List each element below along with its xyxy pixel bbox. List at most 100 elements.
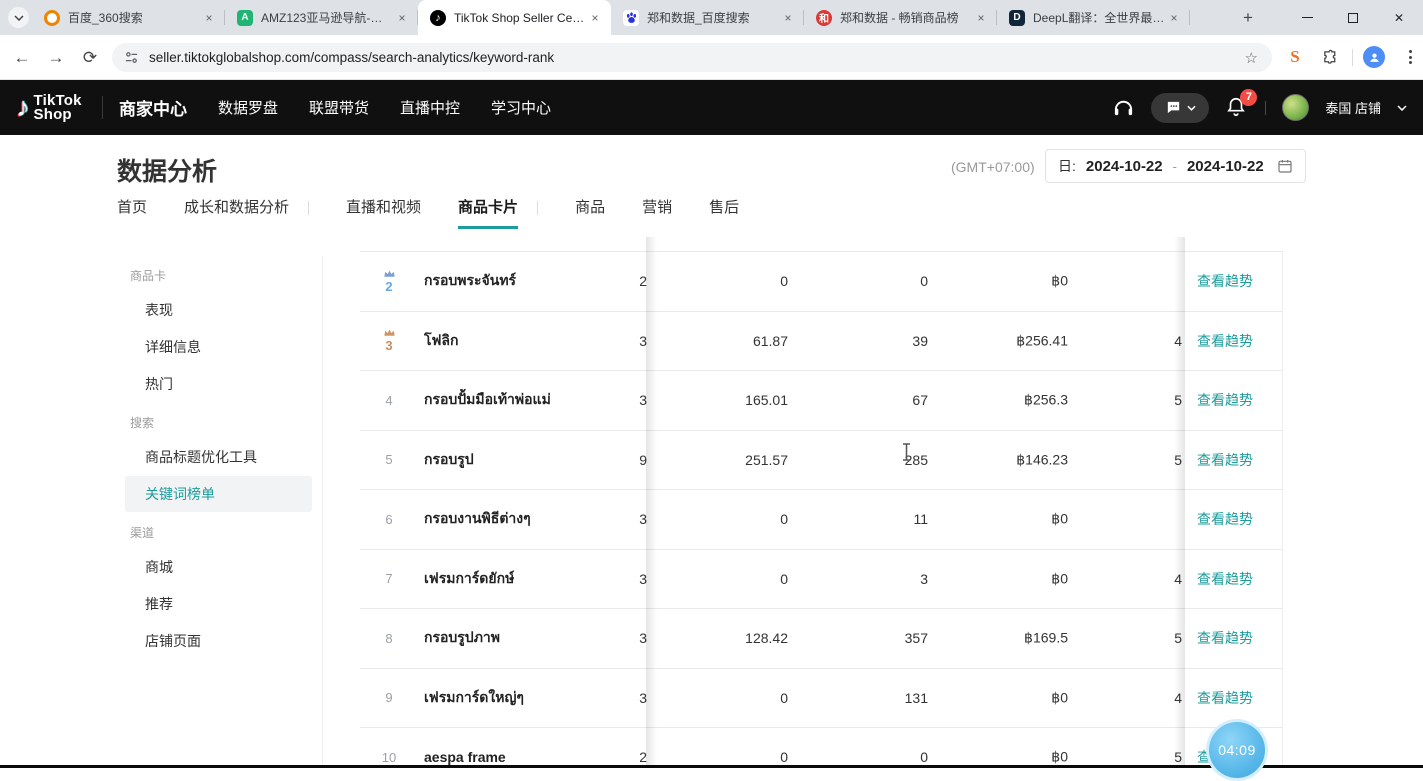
- tab-title: TikTok Shop Seller Cente: [454, 11, 587, 25]
- window-minimize-button[interactable]: [1285, 0, 1329, 35]
- clipped-value-left: 3: [615, 392, 647, 408]
- baidu-paw-icon: [625, 11, 638, 24]
- tab-list-chevron-icon[interactable]: [8, 7, 29, 28]
- table-row: 3 โฟลิก 3 61.87 39 ฿256.41 4 查看趋势: [360, 312, 1283, 372]
- metric-col3: ฿0: [940, 689, 1068, 706]
- browser-tab[interactable]: 和 郑和数据 - 畅销商品榜 ×: [804, 0, 997, 35]
- tab-close-icon[interactable]: ×: [201, 10, 217, 26]
- table-row: 8 กรอบรูปภาพ 3 128.42 357 ฿169.5 5 查看趋势: [360, 609, 1283, 669]
- browser-profile-avatar[interactable]: [1362, 45, 1386, 69]
- view-trend-link[interactable]: 查看趋势: [1197, 628, 1253, 648]
- main-nav-item[interactable]: 联盟带货: [309, 97, 369, 118]
- metric-col1: 0: [660, 690, 788, 706]
- table-row: 4 กรอบปั้มมือเท้าพ่อแม่ 3 165.01 67 ฿256…: [360, 371, 1283, 431]
- date-range-picker[interactable]: 日: 2024-10-22 - 2024-10-22: [1045, 149, 1306, 183]
- view-trend-link[interactable]: 查看趋势: [1197, 450, 1253, 470]
- clipped-value-left: 3: [615, 690, 647, 706]
- tab-close-icon[interactable]: ×: [780, 10, 796, 26]
- browser-tab[interactable]: 百度_360搜索 ×: [32, 0, 225, 35]
- main-nav-item[interactable]: 学习中心: [491, 97, 551, 118]
- page-tab[interactable]: 营销: [642, 196, 672, 229]
- browser-tab[interactable]: D DeepL翻译：全世界最准确 ×: [997, 0, 1190, 35]
- notification-badge: 7: [1240, 89, 1257, 106]
- metric-col2: 0: [800, 749, 928, 765]
- extensions-puzzle-icon[interactable]: [1318, 45, 1342, 69]
- window-close-button[interactable]: ✕: [1377, 0, 1421, 35]
- bookmark-star-icon[interactable]: ☆: [1245, 49, 1258, 67]
- view-trend-link[interactable]: 查看趋势: [1197, 390, 1253, 410]
- page-tab[interactable]: 首页: [117, 196, 147, 229]
- sidebar-item: 商品标题优化工具: [125, 439, 312, 475]
- metric-col1: 0: [660, 511, 788, 527]
- chevron-down-icon: [1187, 105, 1196, 111]
- browser-tab[interactable]: 郑和数据_百度搜索 ×: [611, 0, 804, 35]
- s-extension-icon[interactable]: S: [1283, 45, 1307, 69]
- sidebar-item: 详细信息: [125, 329, 312, 365]
- sidebar-item: 商品卡: [115, 256, 322, 291]
- tab-favicon: ♪: [430, 10, 446, 26]
- notifications-button[interactable]: 7: [1225, 95, 1249, 121]
- browser-tab[interactable]: A AMZ123亚马逊导航-跨境 ×: [225, 0, 418, 35]
- clipped-value-right: 4: [1166, 571, 1182, 587]
- tiktok-note-icon: ♪: [16, 92, 30, 123]
- table-row: 2 กรอบพระจันทร์ 2 0 0 ฿0 查看趋势: [360, 252, 1283, 312]
- browser-menu-icon[interactable]: [1398, 45, 1422, 69]
- tab-close-icon[interactable]: ×: [1166, 10, 1182, 26]
- metric-col3: ฿0: [940, 570, 1068, 587]
- window-maximize-button[interactable]: [1331, 0, 1375, 35]
- tab-close-icon[interactable]: ×: [587, 10, 603, 26]
- tab-favicon: 和: [816, 10, 832, 26]
- rank-cell: 7: [360, 550, 418, 609]
- clipped-value-left: 3: [615, 511, 647, 527]
- main-nav-item[interactable]: 商家中心: [119, 95, 187, 120]
- tab-title: 郑和数据 - 畅销商品榜: [840, 9, 973, 26]
- forward-button[interactable]: →: [44, 46, 68, 70]
- rank-number: 4: [385, 393, 392, 408]
- site-info-icon[interactable]: [124, 50, 139, 65]
- tab-divider: [537, 201, 538, 215]
- tab-favicon: A: [237, 10, 253, 26]
- metric-col1: 0: [660, 273, 788, 289]
- store-chevron-down-icon[interactable]: [1397, 105, 1407, 111]
- clipped-value-right: 4: [1166, 690, 1182, 706]
- keyword-cell: กรอบรูปภาพ: [424, 627, 500, 649]
- metric-col2: 11: [800, 511, 928, 527]
- url-text: seller.tiktokglobalshop.com/compass/sear…: [149, 50, 554, 65]
- main-nav-item[interactable]: 数据罗盘: [218, 97, 278, 118]
- view-trend-link[interactable]: 查看趋势: [1197, 331, 1253, 351]
- browser-tab[interactable]: ♪ TikTok Shop Seller Cente ×: [418, 0, 611, 35]
- view-trend-link[interactable]: 查看趋势: [1197, 569, 1253, 589]
- reload-button[interactable]: ⟳: [78, 46, 102, 70]
- view-trend-link[interactable]: 查看趋势: [1197, 688, 1253, 708]
- tiktok-shop-logo[interactable]: ♪ TikTok Shop: [16, 92, 82, 123]
- view-trend-link[interactable]: 查看趋势: [1197, 271, 1253, 291]
- page-tab[interactable]: 商品: [575, 196, 605, 229]
- new-tab-button[interactable]: +: [1236, 6, 1260, 30]
- store-name[interactable]: 泰国 店铺: [1325, 98, 1381, 117]
- rank-number: 9: [385, 690, 392, 705]
- keyword-cell: กรอบรูป: [424, 449, 474, 471]
- page-tab[interactable]: 售后: [709, 196, 739, 229]
- calendar-icon[interactable]: [1277, 158, 1293, 174]
- action-cell: 查看趋势: [1185, 371, 1282, 430]
- tab-close-icon[interactable]: ×: [394, 10, 410, 26]
- view-trend-link[interactable]: 查看趋势: [1197, 509, 1253, 529]
- store-avatar[interactable]: [1282, 94, 1309, 121]
- headset-icon[interactable]: [1112, 96, 1135, 119]
- main-nav-item[interactable]: 直播中控: [400, 97, 460, 118]
- browser-toolbar: ← → ⟳ seller.tiktokglobalshop.com/compas…: [0, 35, 1423, 80]
- back-button[interactable]: ←: [10, 46, 34, 70]
- metric-col3: ฿146.23: [940, 451, 1068, 468]
- action-cell: 查看趋势: [1185, 490, 1282, 549]
- page-tab[interactable]: 商品卡片: [458, 196, 518, 229]
- site-header: ♪ TikTok Shop 商家中心 数据罗盘 联盟带货 直播中控 学习中心 7…: [0, 80, 1423, 135]
- page-tab[interactable]: 直播和视频: [346, 196, 421, 229]
- tab-title: DeepL翻译：全世界最准确: [1033, 9, 1166, 26]
- page-tab[interactable]: 成长和数据分析: [184, 196, 289, 229]
- keyword-cell: กรอบงานพิธีต่างๆ: [424, 508, 531, 530]
- messages-button[interactable]: [1151, 93, 1209, 123]
- metric-col2: 3: [800, 571, 928, 587]
- tab-close-icon[interactable]: ×: [973, 10, 989, 26]
- url-bar[interactable]: seller.tiktokglobalshop.com/compass/sear…: [112, 43, 1272, 72]
- clipped-table-row: [360, 237, 1283, 252]
